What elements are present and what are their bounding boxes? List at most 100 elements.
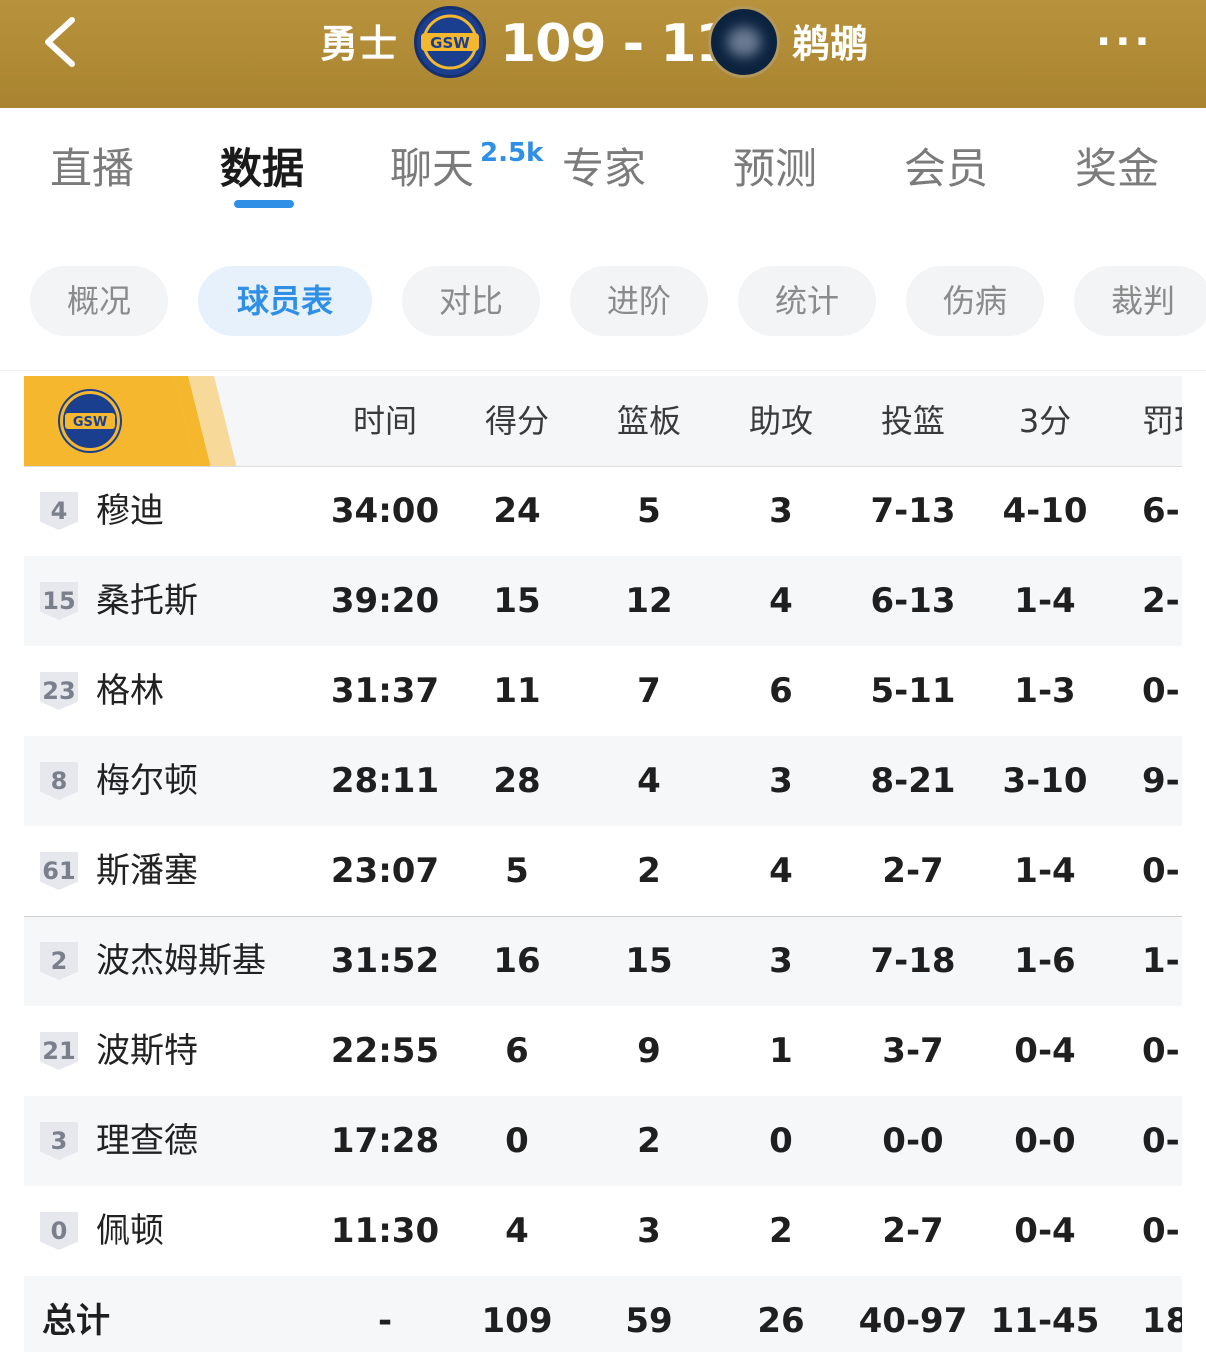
jersey-number-badge: 61 (40, 852, 78, 890)
player-row[interactable]: 61 斯潘塞 23:07 5 2 4 2-7 1-4 0- (24, 826, 1182, 916)
warriors-logo: GSW (60, 391, 120, 451)
cell-free-throws: 0- (1142, 1211, 1180, 1251)
player-row[interactable]: 15 桑托斯 39:20 15 12 4 6-13 1-4 2- (24, 556, 1182, 646)
cell-field-goals: 2-7 (882, 1211, 944, 1251)
col-rebounds[interactable]: 篮板 (594, 376, 704, 466)
player-name[interactable]: 穆迪 (96, 466, 164, 556)
totals-label: 总计 (42, 1301, 110, 1341)
player-row[interactable]: 21 波斯特 22:55 6 9 1 3-7 0-4 0- (24, 1006, 1182, 1096)
tab-data[interactable]: 数据 (220, 144, 304, 194)
warriors-logo-text: GSW (73, 415, 107, 430)
player-row[interactable]: 0 佩顿 11:30 4 3 2 2-7 0-4 0- (24, 1186, 1182, 1276)
cell-field-goals: 7-18 (870, 941, 956, 981)
cell-three-pointers: 4-10 (1002, 491, 1088, 531)
cell-points: 0 (505, 1121, 529, 1161)
subtab-overview[interactable]: 概况 (30, 266, 168, 336)
chat-count-badge: 2.5k (480, 138, 544, 168)
col-points[interactable]: 得分 (462, 376, 572, 466)
jersey-number-badge: 0 (40, 1212, 78, 1250)
tab-chat[interactable]: 聊天 (390, 144, 474, 194)
subtab-player-stats[interactable]: 球员表 (198, 266, 372, 336)
player-row[interactable]: 23 格林 31:37 11 7 6 5-11 1-3 0- (24, 646, 1182, 736)
tab-live[interactable]: 直播 (50, 144, 134, 194)
warriors-logo-text: GSW (430, 34, 470, 52)
player-name[interactable]: 桑托斯 (96, 556, 198, 646)
cell-time: 34:00 (330, 491, 440, 531)
player-name[interactable]: 波斯特 (96, 1006, 198, 1096)
cell-three-pointers: 1-4 (1014, 581, 1076, 621)
tab-member[interactable]: 会员 (904, 144, 988, 194)
player-name[interactable]: 理查德 (96, 1096, 198, 1186)
player-name[interactable]: 波杰姆斯基 (96, 916, 266, 1006)
more-options-icon[interactable]: ··· (1096, 22, 1160, 62)
total-cell-three-pointers: 11-45 (990, 1301, 1100, 1341)
cell-points: 15 (493, 581, 541, 621)
cell-rebounds: 5 (637, 491, 661, 531)
cell-three-pointers: 0-4 (1014, 1031, 1076, 1071)
jersey-number-badge: 15 (40, 582, 78, 620)
sub-tab-bar: 概况 球员表 对比 进阶 统计 伤病 裁判 (0, 228, 1206, 370)
player-name[interactable]: 斯潘塞 (96, 826, 198, 916)
totals-row: 总计 - 109 59 26 40-97 11-45 18- (24, 1276, 1182, 1352)
cell-three-pointers: 0-0 (1014, 1121, 1076, 1161)
col-assists[interactable]: 助攻 (726, 376, 836, 466)
col-time[interactable]: 时间 (330, 376, 440, 466)
cell-rebounds: 3 (637, 1211, 661, 1251)
starters-bench-divider (24, 916, 1182, 917)
player-row[interactable]: 4 穆迪 34:00 24 5 3 7-13 4-10 6- (24, 466, 1182, 556)
cell-three-pointers: 3-10 (1002, 761, 1088, 801)
cell-assists: 6 (769, 671, 793, 711)
total-cell-field-goals: 40-97 (858, 1301, 968, 1341)
subtab-referees[interactable]: 裁判 (1074, 266, 1206, 336)
cell-three-pointers: 1-4 (1014, 851, 1076, 891)
player-row[interactable]: 3 理查德 17:28 0 2 0 0-0 0-0 0- (24, 1096, 1182, 1186)
divider (0, 370, 1206, 371)
cell-rebounds: 2 (637, 851, 661, 891)
player-row[interactable]: 2 波杰姆斯基 31:52 16 15 3 7-18 1-6 1- (24, 916, 1182, 1006)
total-cell-time: - (377, 1301, 393, 1341)
cell-free-throws: 0- (1142, 671, 1180, 711)
cell-points: 5 (505, 851, 529, 891)
team-header-cell[interactable]: GSW (24, 376, 237, 466)
col-free-throws[interactable]: 罚球 (1122, 376, 1182, 466)
warriors-logo[interactable]: GSW (414, 6, 486, 78)
total-cell-points: 109 (481, 1301, 553, 1341)
tab-prize[interactable]: 奖金 (1075, 144, 1159, 194)
tab-expert[interactable]: 专家 (562, 144, 646, 194)
cell-three-pointers: 0-4 (1014, 1211, 1076, 1251)
cell-points: 16 (493, 941, 541, 981)
player-name[interactable]: 梅尔顿 (96, 736, 198, 826)
cell-assists: 4 (769, 581, 793, 621)
player-name[interactable]: 佩顿 (96, 1186, 164, 1276)
game-header: 勇士 GSW 109 - 113 鹈鹕 ··· (0, 0, 1206, 108)
jersey-number-badge: 3 (40, 1122, 78, 1160)
cell-free-throws: 0- (1142, 1121, 1180, 1161)
subtab-advanced[interactable]: 进阶 (570, 266, 708, 336)
cell-assists: 1 (769, 1031, 793, 1071)
cell-time: 28:11 (330, 761, 440, 801)
cell-assists: 0 (769, 1121, 793, 1161)
cell-free-throws: 6- (1142, 491, 1180, 531)
cell-rebounds: 12 (625, 581, 673, 621)
cell-assists: 4 (769, 851, 793, 891)
cell-field-goals: 3-7 (882, 1031, 944, 1071)
cell-time: 31:37 (330, 671, 440, 711)
cell-rebounds: 15 (625, 941, 673, 981)
subtab-statistics[interactable]: 统计 (738, 266, 876, 336)
pelicans-logo[interactable] (708, 6, 780, 78)
jersey-number-badge: 2 (40, 942, 78, 980)
cell-free-throws: 0- (1142, 851, 1180, 891)
jersey-number-badge: 21 (40, 1032, 78, 1070)
cell-time: 39:20 (330, 581, 440, 621)
player-row[interactable]: 8 梅尔顿 28:11 28 4 3 8-21 3-10 9- (24, 736, 1182, 826)
player-name[interactable]: 格林 (96, 646, 164, 736)
player-stats-table: GSW 时间 得分 篮板 助攻 投篮 3分 罚球 4 穆迪 34:00 2 4 5 3 7-1… (24, 376, 1182, 1352)
subtab-compare[interactable]: 对比 (402, 266, 540, 336)
col-three-pointers[interactable]: 3分 (990, 376, 1100, 466)
subtab-injuries[interactable]: 伤病 (906, 266, 1044, 336)
back-arrow-icon[interactable] (34, 12, 94, 72)
col-field-goals[interactable]: 投篮 (858, 376, 968, 466)
tab-predict[interactable]: 预测 (733, 144, 817, 194)
total-cell-assists: 26 (757, 1301, 805, 1341)
cell-time: 17:28 (330, 1121, 440, 1161)
